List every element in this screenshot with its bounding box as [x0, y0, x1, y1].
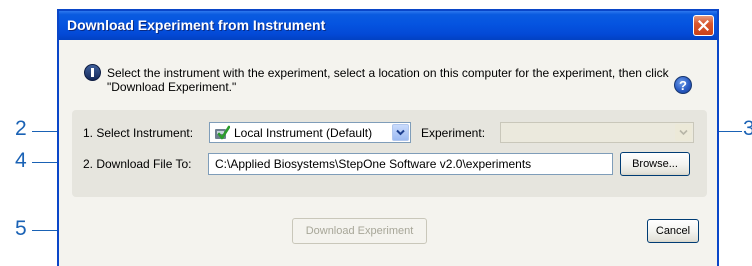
close-icon — [698, 20, 709, 31]
help-icon[interactable]: ? — [674, 76, 692, 94]
callout-4: 4 — [15, 149, 27, 172]
download-experiment-dialog: Download Experiment from Instrument Sele… — [57, 9, 719, 266]
chevron-down-icon — [396, 129, 405, 136]
cancel-button[interactable]: Cancel — [647, 219, 699, 243]
info-icon — [84, 64, 101, 81]
instrument-dropdown-button[interactable] — [392, 124, 409, 141]
callout-2: 2 — [15, 117, 27, 140]
download-path-field[interactable]: C:\Applied Biosystems\StepOne Software v… — [208, 153, 613, 175]
callout-5: 5 — [15, 217, 27, 240]
instrument-icon — [215, 125, 230, 140]
callout-3: 3 — [743, 117, 752, 140]
download-experiment-button[interactable]: Download Experiment — [292, 218, 427, 244]
close-button[interactable] — [693, 15, 714, 36]
experiment-dropdown-button[interactable] — [675, 124, 692, 141]
instructions-text: Select the instrument with the experimen… — [107, 66, 669, 94]
browse-button[interactable]: Browse... — [620, 152, 690, 176]
experiment-select[interactable] — [500, 122, 694, 143]
experiment-label: Experiment: — [421, 126, 486, 140]
instrument-select-value: Local Instrument (Default) — [234, 126, 373, 140]
title-bar: Download Experiment from Instrument — [59, 11, 717, 40]
instrument-select[interactable]: Local Instrument (Default) — [209, 122, 411, 143]
select-instrument-label: 1. Select Instrument: — [83, 126, 194, 140]
chevron-down-icon — [679, 129, 688, 136]
dialog-title: Download Experiment from Instrument — [67, 17, 326, 33]
download-to-label: 2. Download File To: — [83, 157, 192, 171]
